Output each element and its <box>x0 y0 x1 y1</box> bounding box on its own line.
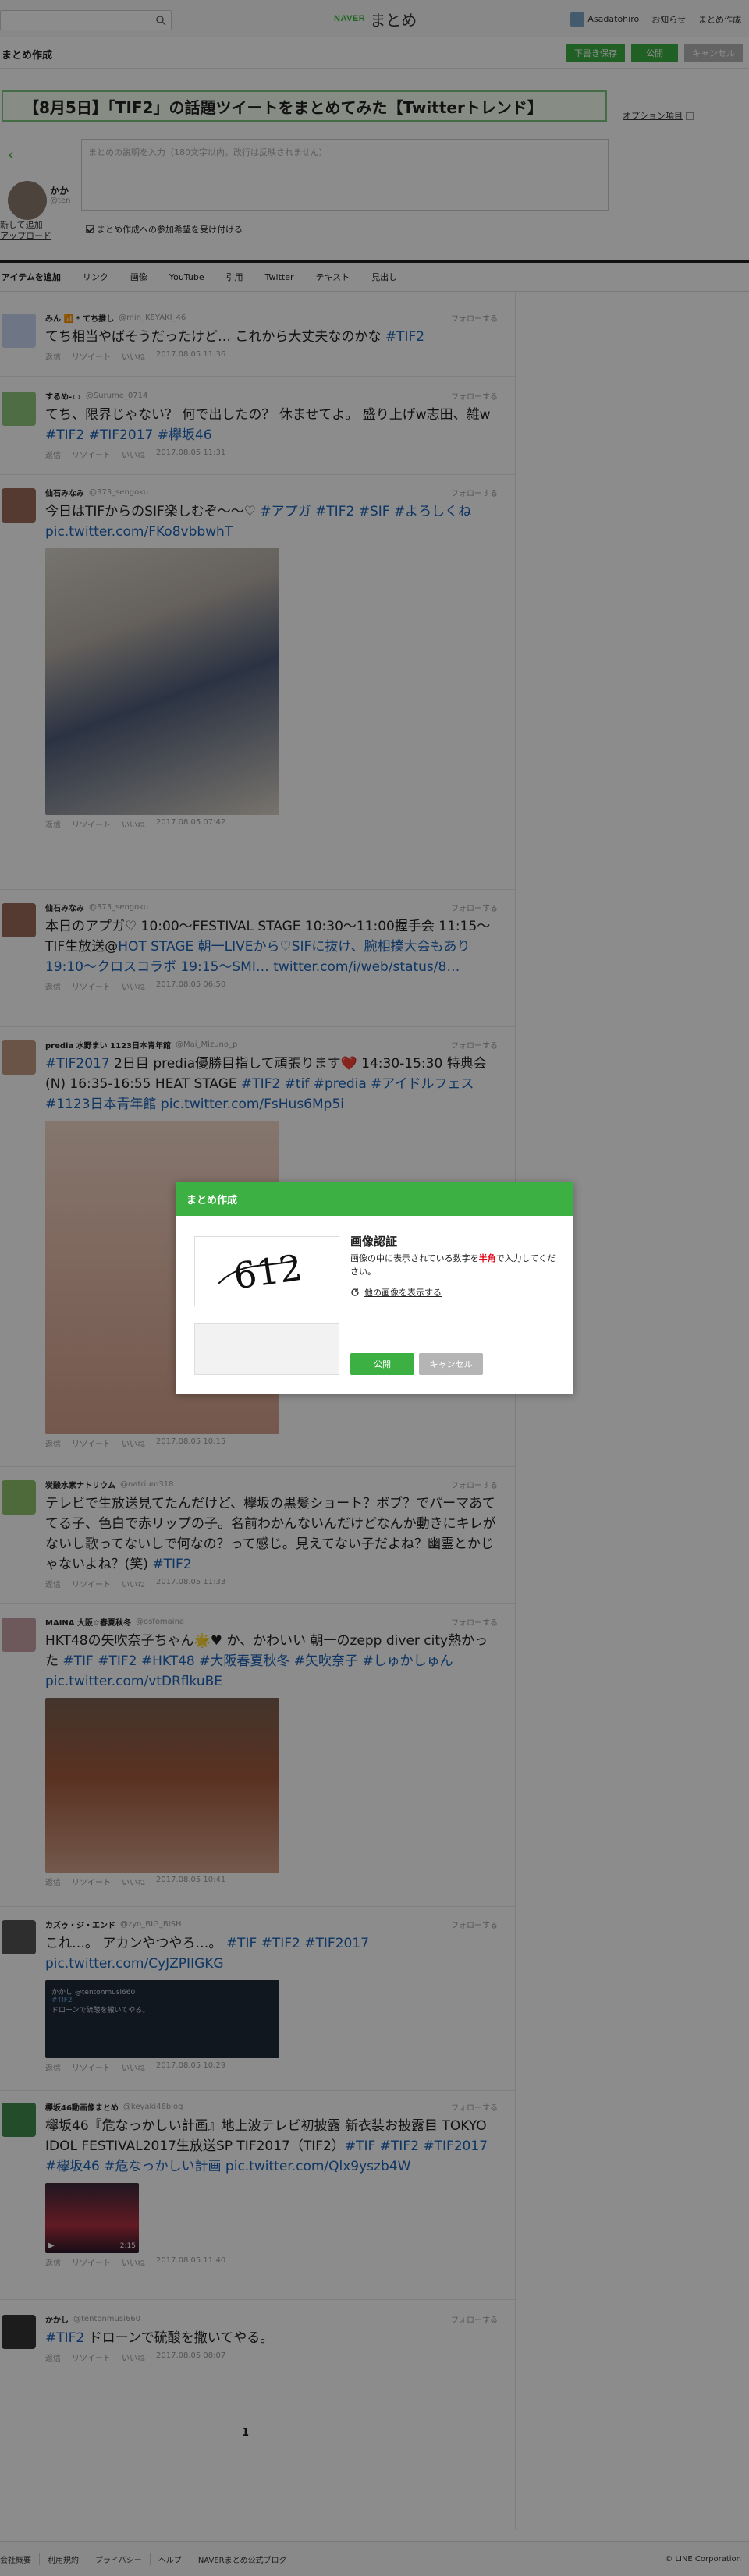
reload-captcha-link[interactable]: 他の画像を表示する <box>350 1286 442 1299</box>
captcha-modal: まとめ作成 612 画像認証 画像の中に表示されている数字を半角で入力してくださ… <box>176 1182 573 1394</box>
modal-header: まとめ作成 <box>176 1182 573 1216</box>
modal-description: 画像の中に表示されている数字を半角で入力してください。 <box>350 1252 561 1278</box>
captcha-image: 612 <box>194 1236 339 1306</box>
modal-cancel-button[interactable]: キャンセル <box>419 1353 483 1375</box>
reload-icon <box>351 1288 359 1296</box>
captcha-graphic: 612 <box>218 1246 305 1298</box>
modal-buttons: 公開 キャンセル <box>350 1353 483 1375</box>
modal-desc-emphasis: 半角 <box>478 1253 496 1263</box>
reload-label: 他の画像を表示する <box>364 1288 442 1298</box>
modal-publish-button[interactable]: 公開 <box>350 1353 414 1375</box>
captcha-answer-input[interactable] <box>194 1323 339 1375</box>
captcha-text: 612 <box>231 1246 304 1298</box>
modal-title: 画像認証 <box>350 1235 398 1249</box>
modal-desc-part1: 画像の中に表示されている数字を <box>350 1253 479 1263</box>
